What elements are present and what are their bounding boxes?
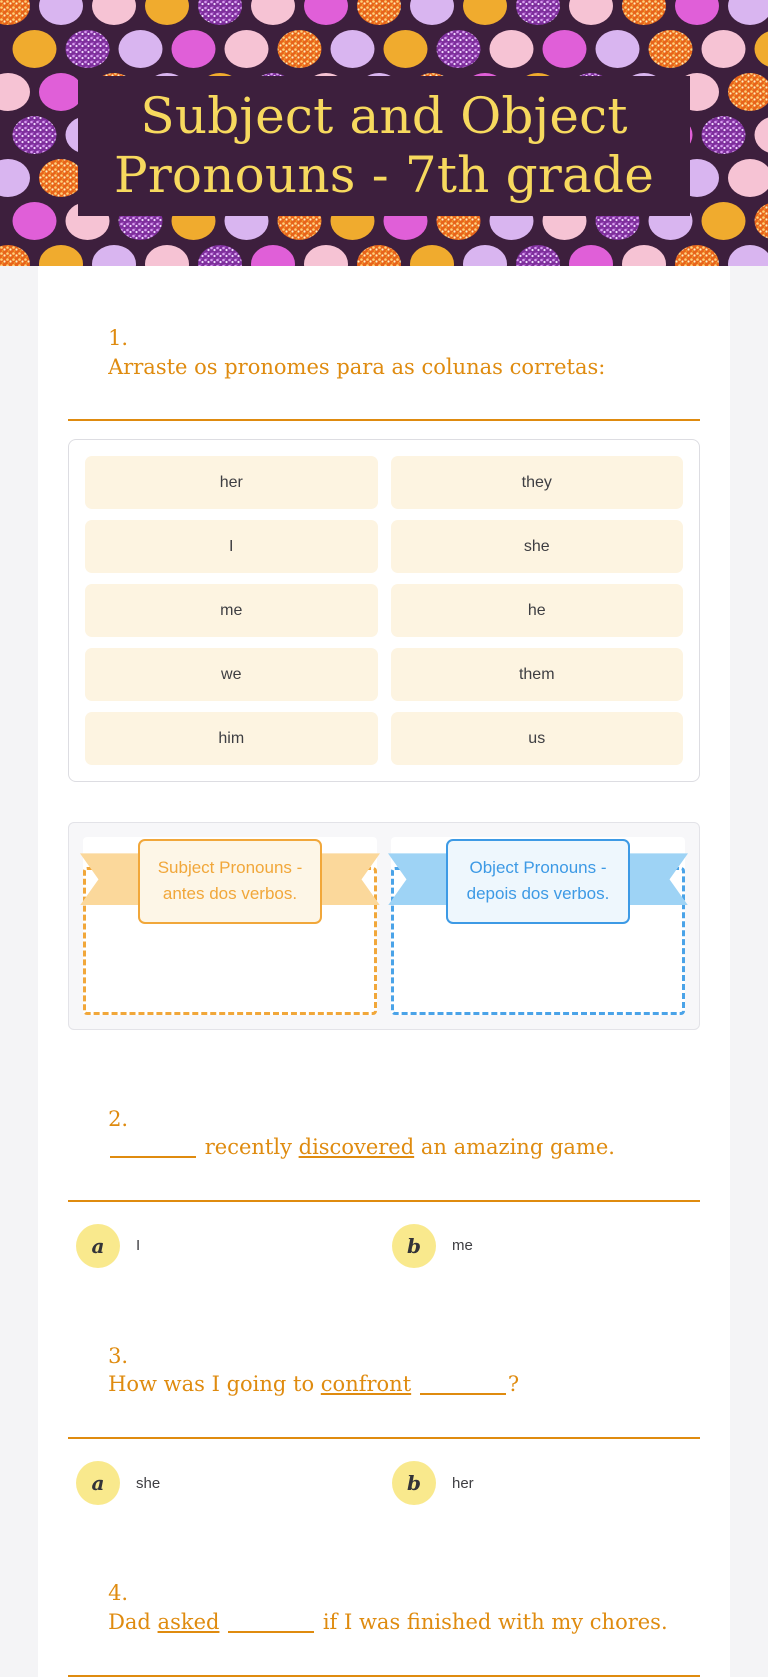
question-1: 1. Arraste os pronomes para as colunas c… [68,296,700,1030]
answer-blank[interactable] [110,1156,196,1158]
highlighted-word: confront [321,1372,411,1396]
worksheet-card: 1. Arraste os pronomes para as colunas c… [38,266,730,1677]
pronoun-tile[interactable]: we [85,648,378,701]
question-4-heading: 4. Dad asked if I was finished with my c… [68,1551,700,1676]
dropzone-object-pronouns[interactable]: Object Pronouns - depois dos verbos. [391,837,685,1015]
option-text: I [136,1237,140,1254]
answer-blank[interactable] [420,1393,506,1395]
pronoun-tile[interactable]: them [391,648,684,701]
pronoun-tiles-container: her they I she me he we them him us [68,439,700,782]
question-1-number: 1. [108,326,128,350]
question-2: 2. recently discovered an amazing game. … [68,1076,700,1267]
option-a[interactable]: a she [68,1461,384,1505]
question-2-sentence: recently discovered an amazing game. [108,1135,615,1159]
dropzones-container: Subject Pronouns - antes dos verbos. Obj… [68,822,700,1030]
pronoun-tile[interactable]: us [391,712,684,765]
highlighted-word: asked [158,1610,220,1634]
option-letter-badge: b [392,1224,436,1268]
question-4-sentence: Dad asked if I was finished with my chor… [108,1610,668,1634]
dropzone-object-label: Object Pronouns - depois dos verbos. [446,839,630,923]
pronoun-tile[interactable]: he [391,584,684,637]
option-letter-badge: a [76,1224,120,1268]
question-2-heading: 2. recently discovered an amazing game. [68,1076,700,1201]
dropzone-subject-pronouns[interactable]: Subject Pronouns - antes dos verbos. [83,837,377,1015]
question-2-number: 2. [108,1107,128,1131]
option-a[interactable]: a I [68,1224,384,1268]
question-1-heading: 1. Arraste os pronomes para as colunas c… [68,296,700,421]
option-text: her [452,1475,474,1492]
option-letter-badge: a [76,1461,120,1505]
question-3-heading: 3. How was I going to confront ? [68,1314,700,1439]
question-2-options: a I b me [68,1224,700,1268]
question-4-number: 4. [108,1581,128,1605]
page-title: Subject and Object Pronouns - 7th grade [78,87,690,205]
pronoun-tile[interactable]: she [391,520,684,573]
question-3-sentence: How was I going to confront ? [108,1372,519,1396]
highlighted-word: discovered [299,1135,415,1159]
pronoun-tile[interactable]: him [85,712,378,765]
question-3-number: 3. [108,1344,128,1368]
option-b[interactable]: b me [384,1224,700,1268]
option-text: she [136,1475,160,1492]
question-4: 4. Dad asked if I was finished with my c… [68,1551,700,1676]
page-header: Subject and Object Pronouns - 7th grade [0,0,768,266]
question-3-options: a she b her [68,1461,700,1505]
dropzone-object-ribbon: Object Pronouns - depois dos verbos. [446,839,630,923]
question-3: 3. How was I going to confront ? a she b… [68,1314,700,1505]
pronoun-tile[interactable]: me [85,584,378,637]
title-banner: Subject and Object Pronouns - 7th grade [78,76,690,216]
option-b[interactable]: b her [384,1461,700,1505]
dropzone-subject-label: Subject Pronouns - antes dos verbos. [138,839,322,923]
pronoun-tile[interactable]: her [85,456,378,509]
pronoun-tile[interactable]: I [85,520,378,573]
option-text: me [452,1237,473,1254]
question-1-prompt: Arraste os pronomes para as colunas corr… [108,355,605,379]
pronoun-tile[interactable]: they [391,456,684,509]
answer-blank[interactable] [228,1631,314,1633]
option-letter-badge: b [392,1461,436,1505]
dropzone-subject-ribbon: Subject Pronouns - antes dos verbos. [138,839,322,923]
